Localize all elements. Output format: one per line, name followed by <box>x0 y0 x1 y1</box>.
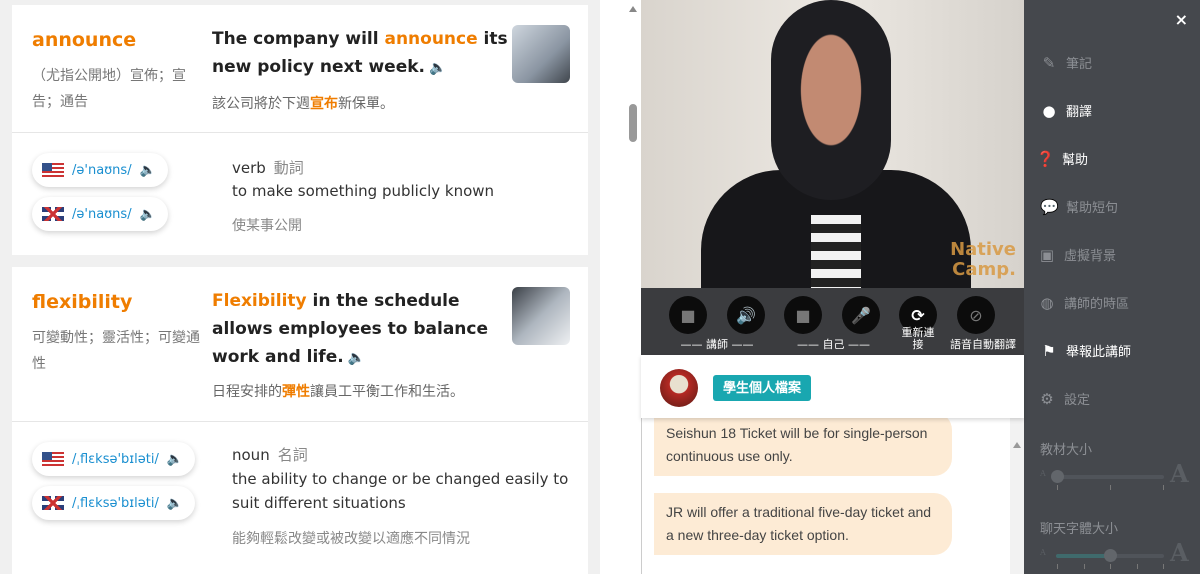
self-camera-button[interactable]: ■ <box>784 296 822 334</box>
example-image <box>512 25 570 83</box>
example-image <box>512 287 570 345</box>
sidebar-item-settings[interactable]: ⚙ 設定 <box>1038 389 1090 409</box>
definition-translation: 使某事公開 <box>232 218 302 234</box>
slider-handle[interactable] <box>1104 549 1117 562</box>
reconnect-label: 重新連接 <box>901 326 935 351</box>
refresh-icon: ⟳ <box>911 305 925 325</box>
speaker-icon: 🔈 <box>166 451 184 467</box>
video-controls: ■ 🔊 ■ 🎤 ⟳ ⊘ —— 講師 —— —— 自己 —— 重新連接 語音自動翻… <box>641 288 1024 355</box>
word-card: announce （尤指公開地）宣佈；宣告；通告 The company wil… <box>12 5 588 255</box>
us-flag-icon <box>42 452 64 466</box>
speaker-icon: 🔊 <box>736 305 756 325</box>
teacher-label: —— 講師 —— <box>680 338 754 351</box>
student-profile-button[interactable]: 學生個人檔案 <box>713 375 812 401</box>
self-label: —— 自己 —— <box>797 338 870 351</box>
sidebar-item-virtual-background[interactable]: ▣ 虛擬背景 <box>1038 245 1116 265</box>
speaker-icon[interactable]: 🔈 <box>348 350 365 366</box>
avatar <box>660 369 698 407</box>
nativecamp-logo: Native Camp. <box>950 239 1016 280</box>
world-clock-icon: ◍ <box>1040 293 1054 312</box>
example-translation: 該公司將於下週宣布新保單。 <box>212 96 394 112</box>
word-translation: 可變動性；靈活性；可變通性 <box>32 330 200 372</box>
close-icon[interactable]: × <box>1175 10 1188 29</box>
camera-icon: ■ <box>795 305 811 325</box>
image-icon: ▣ <box>1039 245 1055 264</box>
sidebar-item-help-phrases[interactable]: 💬 幫助短句 <box>1040 197 1118 217</box>
sidebar-item-help[interactable]: ❓ 幫助 <box>1036 149 1088 169</box>
sidebar-item-report-teacher[interactable]: ⚑ 舉報此講師 <box>1040 341 1131 361</box>
chat-scrollbar[interactable] <box>1010 418 1024 574</box>
scroll-up-icon[interactable] <box>1013 442 1021 448</box>
sidebar-item-translate[interactable]: ● 翻譯 <box>1040 101 1092 121</box>
material-size-label: 教材大小 <box>1040 443 1093 458</box>
definition: the ability to change or be changed easi… <box>232 470 569 512</box>
sidebar-item-teacher-timezone[interactable]: ◍ 講師的時區 <box>1038 293 1129 313</box>
word: flexibility <box>32 291 133 313</box>
teacher-camera-button[interactable]: ■ <box>669 296 707 334</box>
word: announce <box>32 29 137 51</box>
vocabulary-scrollbar[interactable] <box>626 0 640 574</box>
word-translation: （尤指公開地）宣佈；宣告；通告 <box>32 68 186 110</box>
teacher-volume-button[interactable]: 🔊 <box>727 296 765 334</box>
sidebar-menu: × ✎ 筆記 ● 翻譯 ❓ 幫助 💬 幫助短句 ▣ 虛擬背景 ◍ 講師的時區 ⚑ 舉報此講師 … <box>1024 0 1200 574</box>
note-edit-icon: ✎ <box>1042 53 1056 72</box>
question-icon: ❓ <box>1036 149 1055 168</box>
sidebar-item-notes[interactable]: ✎ 筆記 <box>1040 53 1092 73</box>
speaker-icon: 🔈 <box>166 495 184 511</box>
chat-message: Seishun 18 Ticket will be for single-per… <box>654 418 952 476</box>
us-pronunciation-button[interactable]: /ˌflɛksə'bɪləti/🔈 <box>32 442 196 476</box>
flag-icon: ⚑ <box>1042 341 1056 360</box>
speaker-icon[interactable]: 🔈 <box>429 60 446 76</box>
chat-panel: Seishun 18 Ticket will be for single-per… <box>641 418 1024 574</box>
globe-icon: ● <box>1042 101 1056 120</box>
speaker-icon: 🔈 <box>139 206 156 222</box>
example-sentence: The company will announce its new policy… <box>212 29 508 77</box>
vocabulary-panel: announce （尤指公開地）宣佈；宣告；通告 The company wil… <box>0 0 600 574</box>
microphone-icon: 🎤 <box>851 305 871 325</box>
uk-flag-icon <box>42 207 64 221</box>
part-of-speech: noun 名詞 <box>232 446 308 464</box>
chat-font-size-label: 聊天字體大小 <box>1040 522 1119 537</box>
student-profile-bar: 學生個人檔案 <box>641 355 1024 418</box>
microphone-button[interactable]: 🎤 <box>842 296 880 334</box>
chat-font-size-slider[interactable]: A A <box>1040 538 1190 576</box>
chat-bubble-icon: 💬 <box>1040 197 1059 216</box>
definition: to make something publicly known <box>232 182 495 200</box>
scroll-up-icon[interactable] <box>629 6 637 12</box>
uk-pronunciation-button[interactable]: /ə'naʊns/🔈 <box>32 197 168 231</box>
auto-translate-button[interactable]: ⊘ <box>957 296 995 334</box>
part-of-speech: verb 動詞 <box>232 159 304 177</box>
us-flag-icon <box>42 163 64 177</box>
scrollbar-thumb[interactable] <box>629 104 637 142</box>
us-pronunciation-button[interactable]: /ə'naʊns/🔈 <box>32 153 168 187</box>
word-card: flexibility 可變動性；靈活性；可變通性 Flexibility in… <box>12 267 588 574</box>
uk-pronunciation-button[interactable]: /ˌflɛksə'bɪləti/🔈 <box>32 486 196 520</box>
speaker-icon: 🔈 <box>139 162 156 178</box>
camera-icon: ■ <box>680 305 696 325</box>
example-sentence: Flexibility in the schedule allows emplo… <box>212 291 489 367</box>
globe-slash-icon: ⊘ <box>969 305 983 325</box>
uk-flag-icon <box>42 496 64 510</box>
definition-translation: 能夠輕鬆改變或被改變以適應不同情況 <box>232 531 470 547</box>
teacher-video: Native Camp. <box>641 0 1024 288</box>
slider-handle[interactable] <box>1051 470 1064 483</box>
chat-message: JR will offer a traditional five-day tic… <box>654 493 952 555</box>
material-size-slider[interactable]: A A <box>1040 459 1190 497</box>
example-translation: 日程安排的彈性讓員工平衡工作和生活。 <box>212 384 464 400</box>
gear-icon: ⚙ <box>1040 389 1054 408</box>
auto-translate-label: 語音自動翻譯 <box>950 338 1016 351</box>
